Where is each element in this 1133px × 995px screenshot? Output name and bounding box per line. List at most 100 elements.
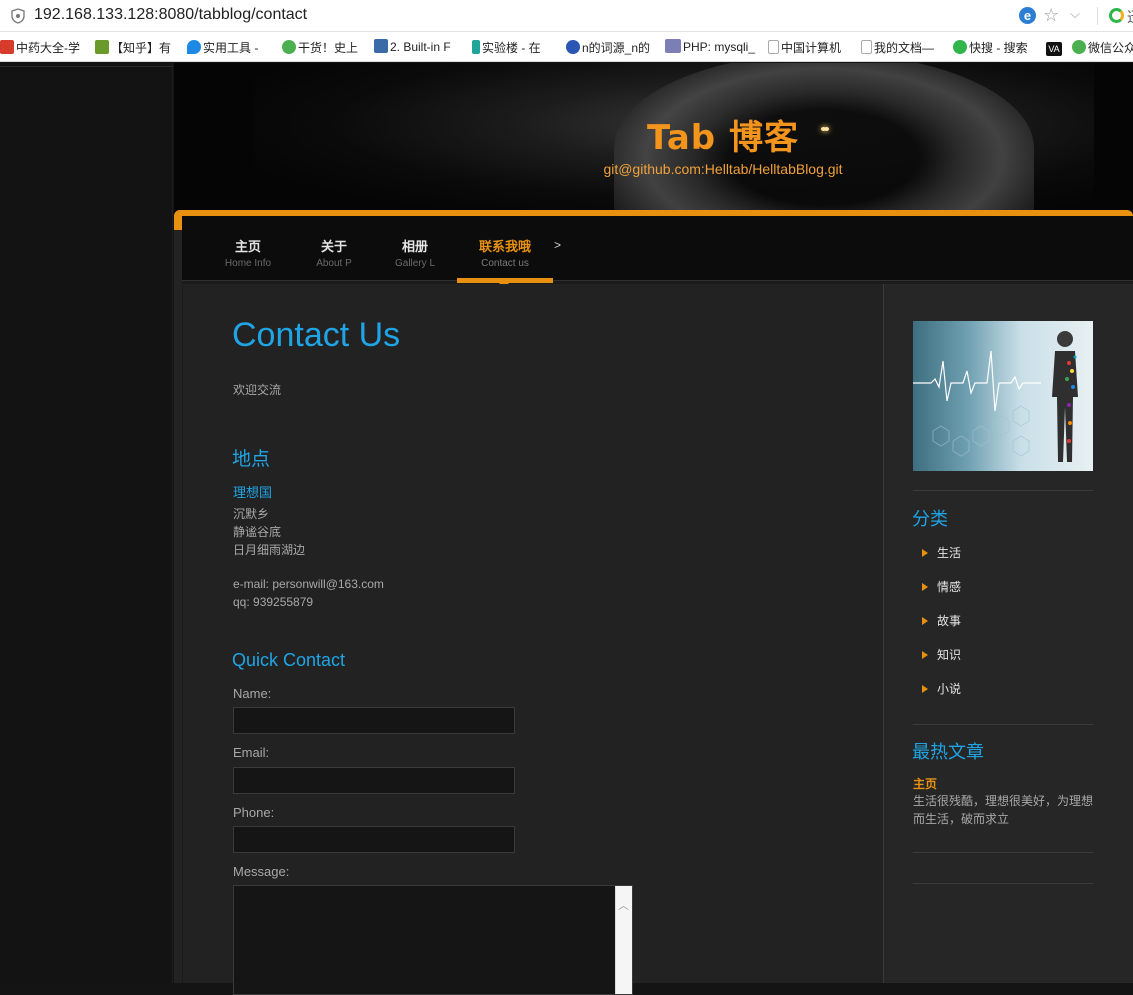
category-item[interactable]: 故事 (922, 612, 961, 629)
bookmark-label: 快搜 - 搜索 (969, 41, 1028, 55)
category-label: 知识 (937, 648, 962, 662)
bookmark-favicon-icon (1072, 40, 1086, 54)
bookmark-label: 实验楼 - 在 (482, 41, 541, 55)
header-banner: Tab 博客 git@github.com:Helltab/HelltabBlo… (174, 63, 1133, 215)
frame-corner (174, 210, 182, 230)
nav-more-arrow[interactable]: > (554, 238, 561, 252)
bookmark-favicon-icon (472, 40, 480, 54)
email-label: Email: (233, 745, 270, 760)
bookmark-item[interactable]: 快搜 - 搜索 (953, 39, 1028, 56)
category-label: 情感 (937, 580, 962, 594)
category-item[interactable]: 小说 (922, 680, 961, 697)
sidebar-feature-image (913, 321, 1093, 471)
nav-sublabel: Contact us (481, 258, 529, 269)
bookmark-item[interactable]: 我的文档— (861, 39, 934, 56)
bookmark-item[interactable]: 2. Built-in F (374, 39, 451, 54)
nav-gallery[interactable]: 相册 Gallery L (390, 236, 440, 269)
bookmark-star-icon[interactable]: ☆ (1043, 5, 1059, 26)
site-subtitle: git@github.com:Helltab/HelltabBlog.git (603, 161, 843, 177)
bookmark-label: 干货！史上 (298, 41, 359, 55)
category-item[interactable]: 知识 (922, 646, 961, 663)
name-label: Name: (233, 686, 272, 701)
chevron-down-icon[interactable]: ⌵ (1070, 7, 1080, 22)
bookmark-favicon-icon (566, 40, 580, 54)
bookmark-label: PHP: mysqli_ (683, 40, 756, 54)
left-empty-pane (0, 63, 173, 983)
page-icon (768, 40, 779, 54)
bookmark-favicon-icon (0, 40, 14, 54)
nav-label: 联系我哦 (478, 240, 531, 255)
nav-about[interactable]: 关于 About P (310, 236, 358, 269)
bookmark-favicon-icon: VA (1046, 42, 1062, 56)
divider (913, 852, 1093, 853)
location-heading: 地点 (232, 448, 271, 470)
caret-right-icon (922, 685, 928, 693)
address-line: 静谧谷底 (233, 525, 282, 539)
caret-right-icon (922, 549, 928, 557)
bookmark-label: 中药大全-学 (16, 41, 80, 55)
category-item[interactable]: 生活 (922, 544, 961, 561)
quick-contact-heading: Quick Contact (232, 650, 346, 670)
phone-field[interactable] (233, 826, 515, 853)
bookmark-item[interactable]: 实验楼 - 在 (472, 39, 541, 56)
bookmark-item[interactable]: 中药大全-学 (0, 39, 80, 56)
bookmark-label: 微信公众 (1088, 41, 1133, 55)
bookmark-item[interactable]: 干货！史上 (282, 39, 358, 56)
bookmark-item[interactable]: VA (1046, 39, 1064, 56)
shield-icon (11, 8, 25, 24)
bookmark-favicon-icon (187, 40, 201, 54)
bookmark-label: 我的文档— (874, 41, 935, 55)
nav-contact[interactable]: 联系我哦 Contact us (471, 236, 539, 269)
contact-qq: qq: 939255879 (233, 595, 314, 609)
bookmark-favicon-icon (665, 39, 681, 53)
caret-right-icon (922, 651, 928, 659)
hot-post-title[interactable]: 主页 (913, 775, 937, 792)
divider (913, 490, 1093, 491)
bookmark-item[interactable]: PHP: mysqli_ (665, 39, 755, 54)
url-field[interactable]: 192.168.133.128:8080/tabblog/contact (34, 6, 307, 24)
nav-sublabel: About P (316, 258, 352, 269)
bookmark-favicon-icon (95, 40, 109, 54)
welcome-text: 欢迎交流 (233, 383, 282, 397)
bookmark-label: 2. Built-in F (390, 40, 451, 54)
bookmark-item[interactable]: 实用工具 - (187, 39, 258, 56)
nav-home[interactable]: 主页 Home Info (222, 236, 274, 269)
divider (913, 724, 1093, 725)
bookmark-label: 【知乎】有 (111, 41, 172, 55)
bookmark-favicon-icon (282, 40, 296, 54)
caret-right-icon (922, 617, 928, 625)
nav-label: 主页 (234, 240, 261, 255)
bookmark-item[interactable]: 微信公众 (1072, 39, 1133, 56)
message-textarea[interactable]: ︿ (233, 885, 633, 995)
bookmark-item[interactable]: 【知乎】有 (95, 39, 171, 56)
refresh-icon[interactable] (1109, 8, 1124, 23)
ie-compat-icon[interactable]: e (1019, 7, 1036, 24)
hot-posts-heading: 最热文章 (912, 742, 984, 763)
contact-email: e-mail: personwill@163.com (233, 577, 384, 591)
phone-label: Phone: (233, 805, 275, 820)
bookmark-item[interactable]: n的词源_n的 (566, 39, 650, 56)
email-field[interactable] (233, 767, 515, 794)
page-title: Contact Us (232, 316, 401, 354)
nav-sublabel: Home Info (224, 258, 272, 269)
bookmark-item[interactable]: 中国计算机 (768, 39, 841, 56)
nav-label: 关于 (320, 240, 347, 255)
bookmark-favicon-icon (953, 40, 967, 54)
bookmarks-bar: 中药大全-学 【知乎】有 实用工具 - 干货！史上 2. Built-in F … (0, 32, 1133, 62)
bookmark-label: 实用工具 - (203, 41, 259, 55)
page-icon (861, 40, 872, 54)
caret-right-icon (922, 583, 928, 591)
category-label: 故事 (937, 614, 962, 628)
category-heading: 分类 (912, 509, 948, 530)
browser-address-bar: 192.168.133.128:8080/tabblog/contact e ☆… (0, 0, 1133, 32)
name-field[interactable] (233, 707, 515, 734)
place-name: 理想国 (233, 486, 273, 501)
category-item[interactable]: 情感 (922, 578, 961, 595)
message-label: Message: (233, 864, 290, 879)
divider (913, 883, 1093, 884)
divider (1097, 7, 1098, 25)
human-figure-graphic (1052, 331, 1078, 462)
scroll-up-icon[interactable]: ︿ (618, 897, 629, 913)
site-title: Tab 博客 (647, 118, 799, 158)
nav-label: 相册 (401, 240, 428, 255)
